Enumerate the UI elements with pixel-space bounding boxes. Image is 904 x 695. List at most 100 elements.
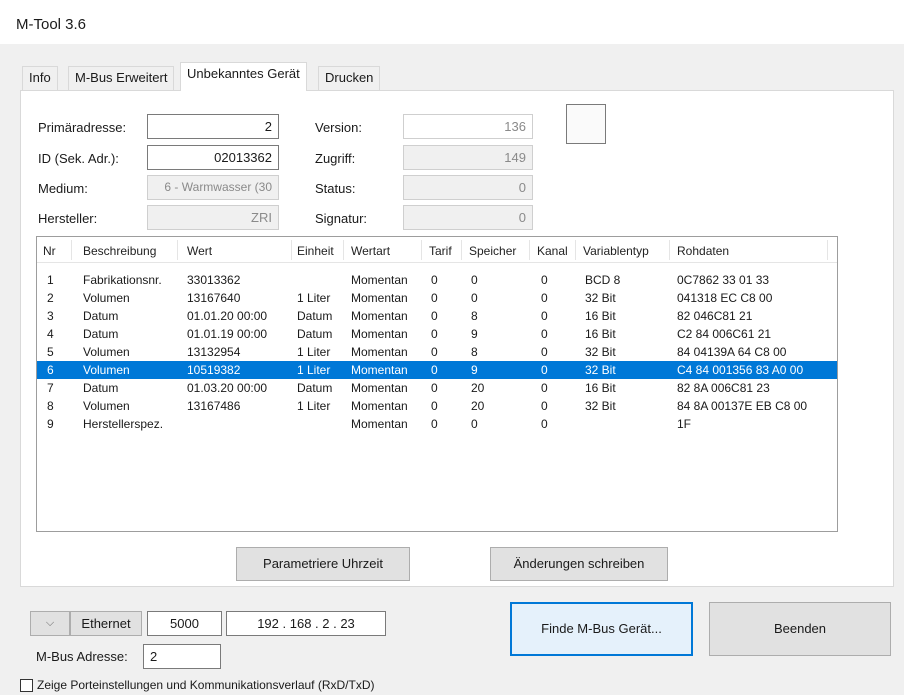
cell-wert: 13167486 xyxy=(187,399,241,413)
hersteller-label: Hersteller: xyxy=(38,211,98,226)
connection-type-select[interactable]: Ethernet xyxy=(70,611,142,636)
column-separator[interactable] xyxy=(827,240,828,260)
cell-wert: 33013362 xyxy=(187,273,241,287)
column-header-rohdaten[interactable]: Rohdaten xyxy=(677,244,729,258)
cell-nr: 9 xyxy=(47,417,54,431)
column-separator[interactable] xyxy=(461,240,462,260)
color-indicator-box[interactable] xyxy=(566,104,606,144)
data-table[interactable]: Nr Beschreibung Wert Einheit Wertart Tar… xyxy=(36,236,838,532)
table-row[interactable]: 4 Datum 01.01.19 00:00 Datum Momentan 0 … xyxy=(37,325,837,343)
cell-beschreibung: Volumen xyxy=(83,291,130,305)
table-row[interactable]: 9 Herstellerspez. Momentan 0 0 0 1F xyxy=(37,415,837,433)
column-header-tarif[interactable]: Tarif xyxy=(429,244,452,258)
table-row[interactable]: 1 Fabrikationsnr. 33013362 Momentan 0 0 … xyxy=(37,271,837,289)
cell-wertart: Momentan xyxy=(351,363,408,377)
column-separator[interactable] xyxy=(291,240,292,260)
table-row-selected[interactable]: 6 Volumen 10519382 1 Liter Momentan 0 9 … xyxy=(37,361,837,379)
cell-tarif: 0 xyxy=(431,273,438,287)
tab-mbus-erweitert[interactable]: M-Bus Erweitert xyxy=(68,66,175,90)
cell-einheit: 1 Liter xyxy=(297,291,331,305)
column-separator[interactable] xyxy=(71,240,72,260)
cell-variablentyp: BCD 8 xyxy=(585,273,621,287)
port-field[interactable]: 5000 xyxy=(147,611,222,636)
cell-beschreibung: Datum xyxy=(83,381,119,395)
cell-beschreibung: Datum xyxy=(83,327,119,341)
cell-kanal: 0 xyxy=(541,417,548,431)
cell-beschreibung: Fabrikationsnr. xyxy=(83,273,162,287)
cell-speicher: 9 xyxy=(471,363,478,377)
tab-unbekanntes-geraet[interactable]: Unbekanntes Gerät xyxy=(180,62,307,91)
cell-wertart: Momentan xyxy=(351,309,408,323)
tab-drucken[interactable]: Drucken xyxy=(318,66,381,90)
cell-variablentyp: 32 Bit xyxy=(585,363,616,377)
chevron-down-icon[interactable]: ⌵ xyxy=(30,611,70,636)
column-header-variablentyp[interactable]: Variablentyp xyxy=(583,244,649,258)
finde-mbus-geraet-button[interactable]: Finde M-Bus Gerät... xyxy=(510,602,693,656)
cell-rohdaten: 82 8A 006C81 23 xyxy=(677,381,770,395)
zugriff-field: 149 xyxy=(403,145,533,170)
cell-nr: 8 xyxy=(47,399,54,413)
column-separator[interactable] xyxy=(343,240,344,260)
table-header: Nr Beschreibung Wert Einheit Wertart Tar… xyxy=(37,237,837,263)
cell-nr: 7 xyxy=(47,381,54,395)
column-header-wertart[interactable]: Wertart xyxy=(351,244,390,258)
status-label: Status: xyxy=(315,181,356,196)
version-label: Version: xyxy=(315,120,362,135)
cell-tarif: 0 xyxy=(431,363,438,377)
cell-wert: 01.01.19 00:00 xyxy=(187,327,268,341)
beenden-button[interactable]: Beenden xyxy=(709,602,891,656)
show-ports-checkbox[interactable] xyxy=(20,679,33,692)
cell-einheit: Datum xyxy=(297,309,333,323)
cell-wertart: Momentan xyxy=(351,291,408,305)
parametriere-uhrzeit-button[interactable]: Parametriere Uhrzeit xyxy=(236,547,410,581)
mbus-adresse-field[interactable]: 2 xyxy=(143,644,221,669)
ip-address-field[interactable]: 192 . 168 . 2 . 23 xyxy=(226,611,386,636)
table-row[interactable]: 2 Volumen 13167640 1 Liter Momentan 0 0 … xyxy=(37,289,837,307)
column-separator[interactable] xyxy=(421,240,422,260)
column-header-beschreibung[interactable]: Beschreibung xyxy=(83,244,156,258)
mbus-adresse-label: M-Bus Adresse: xyxy=(36,649,128,664)
column-header-einheit[interactable]: Einheit xyxy=(297,244,334,258)
cell-wert: 13167640 xyxy=(187,291,241,305)
table-row[interactable]: 3 Datum 01.01.20 00:00 Datum Momentan 0 … xyxy=(37,307,837,325)
window-title: M-Tool 3.6 xyxy=(16,16,87,33)
cell-tarif: 0 xyxy=(431,291,438,305)
tab-info[interactable]: Info xyxy=(22,66,58,90)
column-separator[interactable] xyxy=(669,240,670,260)
column-header-nr[interactable]: Nr xyxy=(43,244,56,258)
cell-nr: 4 xyxy=(47,327,54,341)
cell-tarif: 0 xyxy=(431,327,438,341)
cell-speicher: 8 xyxy=(471,309,478,323)
cell-nr: 6 xyxy=(47,363,54,377)
column-separator[interactable] xyxy=(177,240,178,260)
column-separator[interactable] xyxy=(575,240,576,260)
cell-rohdaten: 84 04139A 64 C8 00 xyxy=(677,345,787,359)
cell-wertart: Momentan xyxy=(351,273,408,287)
table-row[interactable]: 7 Datum 01.03.20 00:00 Datum Momentan 0 … xyxy=(37,379,837,397)
cell-kanal: 0 xyxy=(541,345,548,359)
column-header-kanal[interactable]: Kanal xyxy=(537,244,568,258)
cell-kanal: 0 xyxy=(541,381,548,395)
cell-rohdaten: C4 84 001356 83 A0 00 xyxy=(677,363,804,377)
cell-tarif: 0 xyxy=(431,381,438,395)
cell-wert: 01.03.20 00:00 xyxy=(187,381,268,395)
cell-rohdaten: 0C7862 33 01 33 xyxy=(677,273,770,287)
aenderungen-schreiben-button[interactable]: Änderungen schreiben xyxy=(490,547,668,581)
show-ports-label: Zeige Porteinstellungen und Kommunikatio… xyxy=(37,678,375,692)
column-header-speicher[interactable]: Speicher xyxy=(469,244,516,258)
table-row[interactable]: 8 Volumen 13167486 1 Liter Momentan 0 20… xyxy=(37,397,837,415)
cell-beschreibung: Herstellerspez. xyxy=(83,417,164,431)
cell-speicher: 20 xyxy=(471,381,485,395)
table-row[interactable]: 5 Volumen 13132954 1 Liter Momentan 0 8 … xyxy=(37,343,837,361)
column-header-wert[interactable]: Wert xyxy=(187,244,212,258)
cell-tarif: 0 xyxy=(431,345,438,359)
cell-nr: 5 xyxy=(47,345,54,359)
id-field[interactable]: 02013362 xyxy=(147,145,279,170)
cell-einheit: 1 Liter xyxy=(297,399,331,413)
cell-variablentyp: 32 Bit xyxy=(585,345,616,359)
primaeradresse-field[interactable]: 2 xyxy=(147,114,279,139)
column-separator[interactable] xyxy=(529,240,530,260)
cell-einheit: Datum xyxy=(297,327,333,341)
cell-wert: 01.01.20 00:00 xyxy=(187,309,268,323)
cell-rohdaten: 041318 EC C8 00 xyxy=(677,291,773,305)
